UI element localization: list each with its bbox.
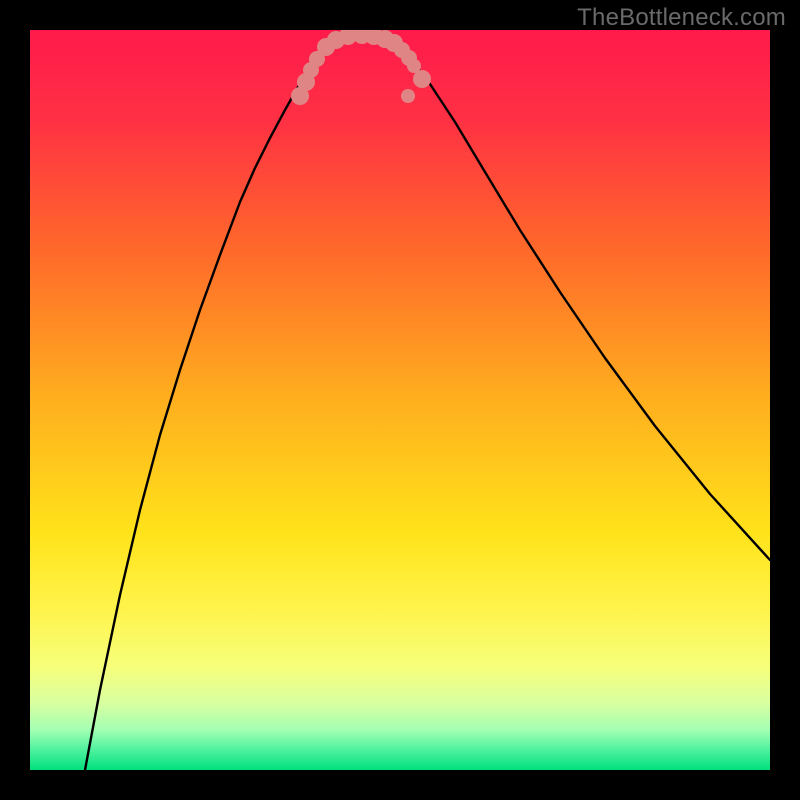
marker-point xyxy=(413,70,431,88)
gradient-background xyxy=(30,30,770,770)
chart-svg xyxy=(30,30,770,770)
watermark-text: TheBottleneck.com xyxy=(577,4,786,32)
chart-plot-area xyxy=(30,30,770,770)
marker-point xyxy=(401,89,415,103)
